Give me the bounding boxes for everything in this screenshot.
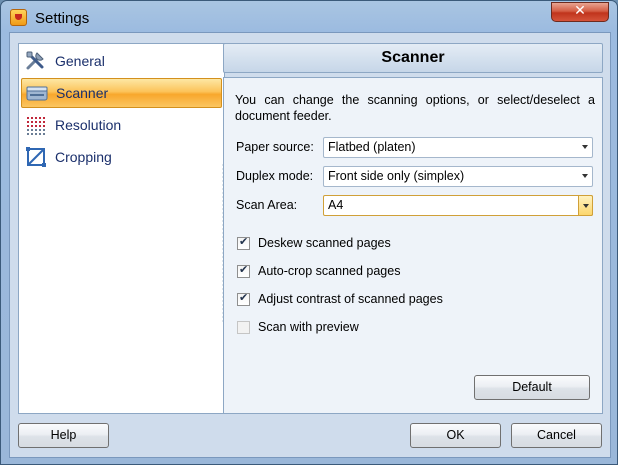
panel-description: You can change the scanning options, or …	[235, 93, 595, 123]
scan-with-preview-option[interactable]: Scan with preview	[237, 320, 359, 334]
deskew-checkbox[interactable]	[237, 235, 250, 250]
paper-source-value: Flatbed (platen)	[328, 140, 416, 154]
nav-item-general[interactable]: General	[21, 46, 222, 76]
cancel-button[interactable]: Cancel	[511, 423, 602, 448]
deskew-label: Deskew scanned pages	[258, 236, 391, 250]
duplex-mode-value: Front side only (simplex)	[328, 169, 465, 183]
settings-window: Settings ✕ General Scanner Resolution Cr…	[0, 0, 618, 465]
nav-item-label: General	[55, 53, 105, 69]
tools-icon	[25, 50, 47, 72]
paper-source-dropdown[interactable]: Flatbed (platen)	[323, 137, 593, 158]
adjust-contrast-checkbox[interactable]	[237, 291, 250, 306]
auto-crop-option[interactable]: Auto-crop scanned pages	[237, 263, 401, 278]
scan-with-preview-checkbox[interactable]	[237, 320, 250, 334]
paper-source-label: Paper source:	[236, 140, 314, 154]
client-area: General Scanner Resolution Cropping Scan…	[9, 32, 611, 458]
crop-icon	[25, 146, 47, 168]
resolution-grid-icon	[25, 114, 47, 136]
nav-item-scanner[interactable]: Scanner	[21, 78, 222, 108]
title-bar[interactable]: Settings ✕	[1, 1, 617, 35]
adjust-contrast-label: Adjust contrast of scanned pages	[258, 292, 443, 306]
default-button[interactable]: Default	[474, 375, 590, 400]
nav-item-label: Cropping	[55, 149, 112, 165]
close-button[interactable]: ✕	[551, 2, 609, 22]
chevron-down-icon	[582, 145, 588, 149]
nav-item-label: Scanner	[56, 85, 109, 101]
chevron-down-icon	[582, 174, 588, 178]
nav-item-cropping[interactable]: Cropping	[21, 142, 222, 172]
scan-with-preview-label: Scan with preview	[258, 320, 359, 334]
adjust-contrast-option[interactable]: Adjust contrast of scanned pages	[237, 291, 443, 306]
nav-item-resolution[interactable]: Resolution	[21, 110, 222, 140]
app-icon	[10, 9, 27, 26]
nav-item-label: Resolution	[55, 117, 122, 133]
ok-button[interactable]: OK	[410, 423, 501, 448]
scanner-icon	[26, 82, 48, 104]
chevron-down-icon[interactable]	[578, 195, 593, 216]
help-button[interactable]: Help	[18, 423, 109, 448]
scanner-settings-panel: You can change the scanning options, or …	[223, 77, 603, 414]
scan-area-label: Scan Area:	[236, 198, 298, 212]
panel-title: Scanner	[223, 43, 603, 73]
duplex-mode-dropdown[interactable]: Front side only (simplex)	[323, 166, 593, 187]
scan-area-value: A4	[328, 198, 344, 212]
auto-crop-checkbox[interactable]	[237, 263, 250, 278]
scan-area-dropdown[interactable]: A4	[323, 195, 593, 216]
duplex-mode-label: Duplex mode:	[236, 169, 314, 183]
deskew-option[interactable]: Deskew scanned pages	[237, 235, 391, 250]
settings-category-list: General Scanner Resolution Cropping	[18, 43, 225, 414]
auto-crop-label: Auto-crop scanned pages	[258, 264, 401, 278]
window-title: Settings	[35, 10, 90, 27]
